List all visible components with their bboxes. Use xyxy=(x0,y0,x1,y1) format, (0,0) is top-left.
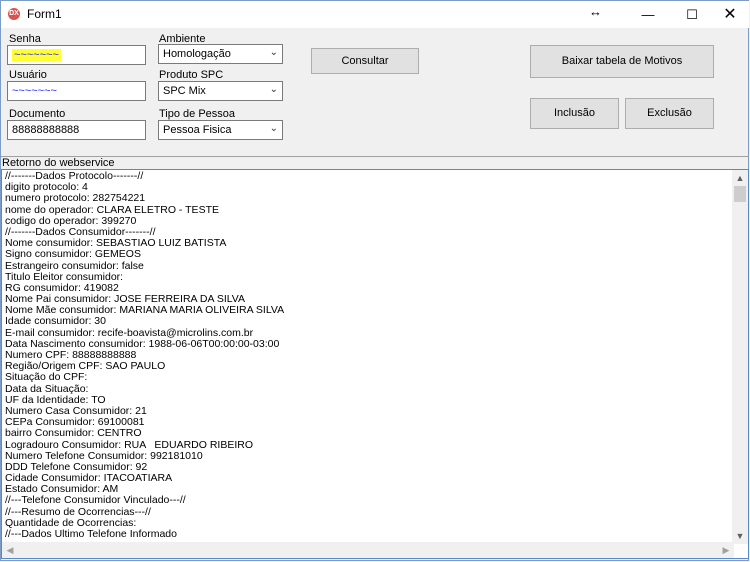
close-button[interactable]: ✕ xyxy=(707,1,750,28)
chevron-down-icon: ⌄ xyxy=(269,123,278,134)
ambiente-select[interactable]: Homologação ⌄ xyxy=(158,44,283,64)
tipo-pessoa-label: Tipo de Pessoa xyxy=(159,108,236,120)
output-line: Data da Situação: xyxy=(5,382,89,395)
output-line: Nome Mãe consumidor: MARIANA MARIA OLIVE… xyxy=(5,304,285,317)
output-line: Idade consumidor: 30 xyxy=(5,315,106,328)
output-label: Retorno do webservice xyxy=(2,157,115,169)
senha-value: ~~~~~~~ xyxy=(12,49,61,61)
output-lines: //-------Dados Protocolo-------//digito … xyxy=(5,170,730,540)
senha-label: Senha xyxy=(9,33,41,45)
output-line: Região/Origem CPF: SAO PAULO xyxy=(5,360,166,373)
documento-label: Documento xyxy=(9,108,66,120)
documento-value: 88888888888 xyxy=(12,124,80,136)
resize-cursor-icon: ↔ xyxy=(589,4,602,19)
scroll-up-icon[interactable]: ▲ xyxy=(732,170,748,186)
chevron-down-icon: ⌄ xyxy=(269,84,278,95)
output-line: bairro Consumidor: CENTRO xyxy=(5,427,142,440)
webservice-output-textarea[interactable]: //-------Dados Protocolo-------//digito … xyxy=(1,169,749,559)
produto-label: Produto SPC xyxy=(159,69,224,81)
usuario-field[interactable]: ~~~~~~~ xyxy=(7,81,146,101)
baixar-motivos-button[interactable]: Baixar tabela de Motivos xyxy=(530,45,714,78)
produto-value: SPC Mix xyxy=(163,85,206,97)
output-line: Signo consumidor: GEMEOS xyxy=(5,248,141,261)
output-line: //---Dados Ultimo Telefone Informado xyxy=(5,528,177,540)
senha-field[interactable]: ~~~~~~~ xyxy=(7,45,146,65)
ambiente-value: Homologação xyxy=(163,48,231,60)
minimize-button[interactable]: — xyxy=(625,1,671,28)
tipo-pessoa-select[interactable]: Pessoa Fisica ⌄ xyxy=(158,120,283,140)
output-line: numero protocolo: 282754221 xyxy=(5,192,146,205)
consultar-button[interactable]: Consultar xyxy=(311,48,419,74)
horizontal-scrollbar[interactable]: ◀ ▶ xyxy=(2,542,734,558)
scroll-thumb[interactable] xyxy=(734,186,746,202)
output-line: Situação do CPF: xyxy=(5,371,88,384)
scroll-down-icon[interactable]: ▼ xyxy=(732,528,748,544)
form-window: DX Form1 ↔ — ☐ ✕ Senha ~~~~~~~ Usuário ~… xyxy=(0,0,749,561)
output-line: Logradouro Consumidor: RUA EDUARDO RIBEI… xyxy=(5,438,254,451)
scroll-right-icon[interactable]: ▶ xyxy=(718,542,734,558)
usuario-label: Usuário xyxy=(9,69,47,81)
exclusao-button[interactable]: Exclusão xyxy=(625,98,714,129)
inclusao-button[interactable]: Inclusão xyxy=(530,98,619,129)
output-line: //---Telefone Consumidor Vinculado---// xyxy=(5,494,186,507)
produto-select[interactable]: SPC Mix ⌄ xyxy=(158,81,283,101)
vertical-scrollbar[interactable]: ▲ ▼ xyxy=(732,170,748,544)
output-line: //-------Dados Protocolo-------// xyxy=(5,170,144,182)
scroll-left-icon[interactable]: ◀ xyxy=(2,542,18,558)
window-title: Form1 xyxy=(27,7,62,21)
output-line: Estrangeiro consumidor: false xyxy=(5,259,144,272)
tipo-pessoa-value: Pessoa Fisica xyxy=(163,124,232,136)
app-icon: DX xyxy=(8,8,20,20)
chevron-down-icon: ⌄ xyxy=(269,47,278,58)
title-bar[interactable]: DX Form1 ↔ — ☐ ✕ xyxy=(1,1,749,28)
documento-field[interactable]: 88888888888 xyxy=(7,120,146,140)
usuario-value: ~~~~~~~ xyxy=(12,85,57,97)
